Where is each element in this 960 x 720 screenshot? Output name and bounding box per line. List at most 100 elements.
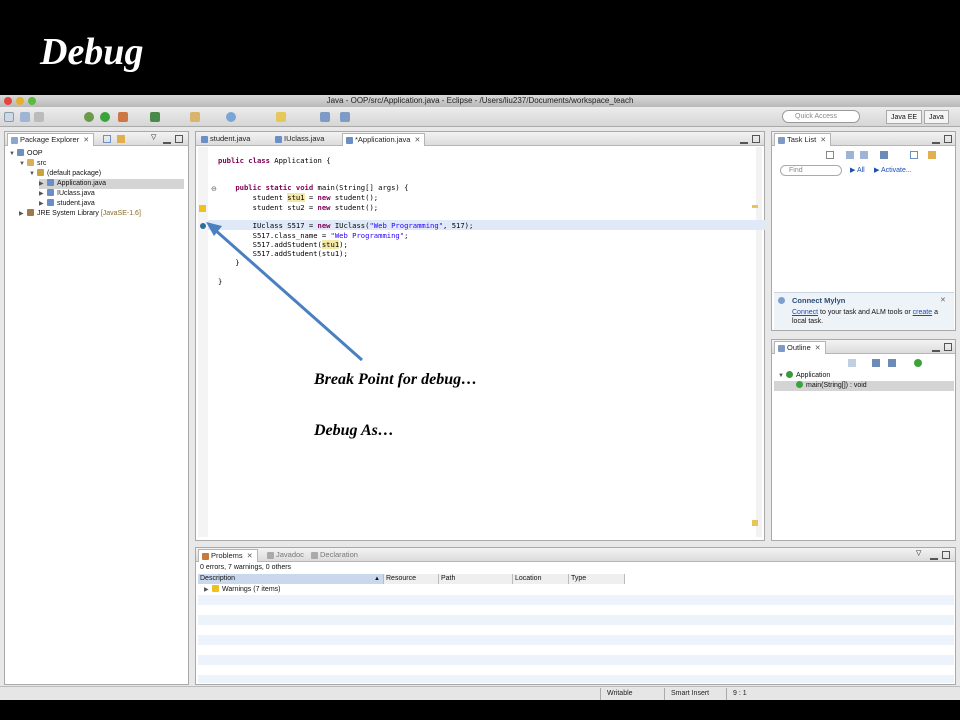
new-task-icon[interactable] [826, 151, 834, 159]
code-line[interactable]: IUclass S517 = new IUclass("Web Programm… [218, 221, 474, 231]
ruler-warning-marker[interactable] [752, 205, 758, 208]
sort-icon[interactable] [848, 359, 856, 367]
maximize-view-icon[interactable] [944, 135, 952, 143]
link-with-editor-icon[interactable] [117, 135, 125, 143]
all-tasks-link[interactable]: ▶ All [850, 166, 865, 174]
code-line[interactable]: public class Application { [218, 156, 331, 166]
tab-problems[interactable]: Problems ✕ [198, 549, 258, 562]
annotation-icon[interactable] [276, 112, 286, 122]
tree-item-application-java[interactable]: ▶ Application.java [39, 179, 184, 189]
activate-link[interactable]: ▶ Activate... [874, 166, 912, 174]
view-menu-icon[interactable]: ▽ [916, 550, 924, 558]
minimize-view-icon[interactable] [163, 136, 171, 144]
column-type[interactable]: Type [569, 574, 625, 584]
scheduled-icon[interactable] [860, 151, 868, 159]
close-icon[interactable]: ✕ [820, 137, 826, 144]
perspective-java[interactable]: Java [924, 110, 949, 124]
column-description[interactable]: Description ▲ [198, 574, 384, 584]
view-menu-icon[interactable]: ▽ [151, 134, 159, 142]
tree-item-src[interactable]: ▼ src [19, 159, 46, 169]
close-icon[interactable]: ✕ [247, 553, 253, 560]
collapse-all-icon[interactable] [103, 135, 111, 143]
find-input[interactable]: Find [780, 165, 842, 176]
column-location[interactable]: Location [513, 574, 569, 584]
close-icon[interactable]: ✕ [83, 137, 89, 144]
back-icon[interactable] [320, 112, 330, 122]
open-type-icon[interactable] [190, 112, 200, 122]
maximize-view-icon[interactable] [942, 551, 950, 559]
sync-icon[interactable] [928, 151, 936, 159]
java-file-icon [275, 136, 282, 143]
code-line[interactable]: student stu1 = new student(); [218, 193, 378, 203]
java-file-icon [47, 199, 54, 206]
close-icon[interactable]: ✕ [815, 345, 821, 352]
tree-item-student-java[interactable]: ▶ student.java [39, 199, 95, 209]
new-icon[interactable] [4, 112, 14, 122]
maximize-view-icon[interactable] [752, 135, 760, 143]
create-link[interactable]: create [913, 309, 932, 316]
tab-package-explorer[interactable]: Package Explorer ✕ [7, 133, 95, 146]
javadoc-icon [267, 552, 274, 559]
tree-item-iuclass-java[interactable]: ▶ IUclass.java [39, 189, 95, 199]
run-icon[interactable] [100, 112, 110, 122]
code-line[interactable]: } [218, 258, 239, 268]
mylyn-icon [778, 297, 785, 304]
library-icon [27, 209, 34, 216]
status-cursor-position: 9 : 1 [726, 688, 776, 700]
minimize-window-button[interactable] [16, 97, 24, 105]
zoom-window-button[interactable] [28, 97, 36, 105]
outline-method-item[interactable]: main(String[]) : void [774, 381, 954, 391]
maximize-view-icon[interactable] [944, 343, 952, 351]
perspective-java-ee[interactable]: Java EE [886, 110, 923, 124]
fold-icon[interactable]: ⊖ [211, 185, 217, 193]
minimize-view-icon[interactable] [932, 136, 940, 144]
tree-item-default-package[interactable]: ▼ (default package) [29, 169, 101, 179]
print-icon[interactable] [34, 112, 44, 122]
new-java-class-icon[interactable] [150, 112, 160, 122]
package-explorer-panel: Package Explorer ✕ ▽ ▼ OOP ▼ src ▼ (default … [4, 131, 189, 685]
warning-icon [212, 585, 219, 592]
categorized-icon[interactable] [846, 151, 854, 159]
save-icon[interactable] [20, 112, 30, 122]
warnings-group-row[interactable]: ▶ Warnings (7 items) [204, 585, 280, 595]
hide-fields-icon[interactable] [872, 359, 880, 367]
connect-link[interactable]: Connect [792, 309, 818, 316]
breakpoint-icon[interactable] [200, 223, 206, 229]
forward-icon[interactable] [340, 112, 350, 122]
tree-item-project[interactable]: ▼ OOP [9, 149, 43, 159]
tree-item-jre-library[interactable]: ▶ JRE System Library [JavaSE-1.6] [19, 209, 141, 219]
external-tools-icon[interactable] [118, 112, 128, 122]
minimize-view-icon[interactable] [740, 136, 748, 144]
tab-application-java[interactable]: *Application.java ✕ [342, 133, 426, 146]
status-writable: Writable [600, 688, 664, 700]
tab-javadoc[interactable]: Javadoc [264, 549, 308, 562]
warning-marker-icon[interactable] [199, 205, 206, 212]
tab-task-list[interactable]: Task List ✕ [774, 133, 832, 146]
search-icon[interactable] [226, 112, 236, 122]
java-file-icon [201, 136, 208, 143]
tab-student-java[interactable]: student.java [198, 133, 254, 146]
code-line[interactable]: } [218, 277, 222, 287]
tab-outline[interactable]: Outline ✕ [774, 341, 826, 354]
column-path[interactable]: Path [439, 574, 513, 584]
debug-icon[interactable] [84, 112, 94, 122]
collapse-all-icon[interactable] [910, 151, 918, 159]
close-window-button[interactable] [4, 97, 12, 105]
ruler-warning-marker[interactable] [752, 520, 758, 526]
code-line[interactable]: student stu2 = new student(); [218, 203, 379, 213]
quick-access-input[interactable]: Quick Access [782, 110, 860, 123]
code-line[interactable]: public static void main(String[] args) { [218, 183, 408, 193]
minimize-view-icon[interactable] [932, 344, 940, 352]
filter-icon[interactable] [880, 151, 888, 159]
hide-static-icon[interactable] [888, 359, 896, 367]
tab-declaration[interactable]: Declaration [308, 549, 362, 562]
minimize-view-icon[interactable] [930, 552, 938, 560]
outline-class-item[interactable]: ▼ Application [778, 371, 830, 381]
maximize-view-icon[interactable] [175, 135, 183, 143]
close-icon[interactable]: ✕ [414, 137, 420, 144]
tab-iuclass-java[interactable]: IUclass.java [272, 133, 328, 146]
java-file-icon [47, 179, 54, 186]
column-resource[interactable]: Resource [384, 574, 439, 584]
hide-nonpublic-icon[interactable] [914, 359, 922, 367]
mylyn-close-icon[interactable]: ✕ [940, 296, 946, 304]
